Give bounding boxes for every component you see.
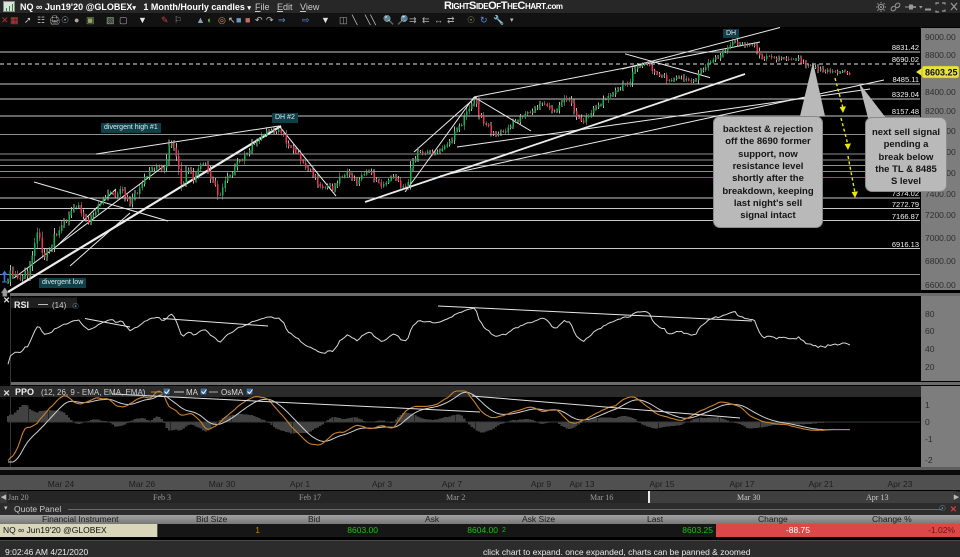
svg-text:8603.25: 8603.25 — [925, 68, 958, 78]
svg-text:OsMA: OsMA — [221, 388, 244, 397]
svg-text:40: 40 — [925, 344, 935, 354]
svg-text:6800.00: 6800.00 — [925, 256, 956, 266]
svg-text:8157.48: 8157.48 — [892, 107, 919, 116]
svg-text:8329.04: 8329.04 — [892, 90, 919, 99]
svg-text:9000.00: 9000.00 — [925, 32, 956, 42]
svg-text:(12, 26, 9 - EMA, EMA, EMA): (12, 26, 9 - EMA, EMA, EMA) — [41, 388, 146, 397]
svg-text:-2: -2 — [925, 455, 933, 465]
svg-text:7166.87: 7166.87 — [892, 212, 919, 221]
svg-text:✕: ✕ — [3, 295, 10, 305]
svg-text:RSI: RSI — [14, 300, 29, 310]
svg-text:Apr 7: Apr 7 — [442, 479, 463, 489]
svg-text:✕: ✕ — [3, 388, 10, 398]
svg-text:(14): (14) — [52, 301, 67, 310]
svg-text:Apr 1: Apr 1 — [290, 479, 311, 489]
svg-text:6916.13: 6916.13 — [892, 240, 919, 249]
svg-text:60: 60 — [925, 326, 935, 336]
svg-text:Apr 23: Apr 23 — [887, 479, 912, 489]
svg-text:7200.00: 7200.00 — [925, 210, 956, 220]
svg-text:8690.02: 8690.02 — [892, 55, 919, 64]
svg-text:8200.00: 8200.00 — [925, 106, 956, 116]
svg-text:Apr 9: Apr 9 — [531, 479, 552, 489]
svg-text:20: 20 — [925, 362, 935, 372]
svg-text:Mar 30: Mar 30 — [209, 479, 236, 489]
svg-text:☉: ☉ — [72, 302, 79, 311]
svg-text:Mar 24: Mar 24 — [48, 479, 75, 489]
svg-text:☉: ☉ — [138, 389, 145, 398]
svg-text:80: 80 — [925, 309, 935, 319]
svg-text:Apr 15: Apr 15 — [649, 479, 674, 489]
svg-text:8800.00: 8800.00 — [925, 50, 956, 60]
svg-text:6600.00: 6600.00 — [925, 280, 956, 290]
svg-text:7000.00: 7000.00 — [925, 233, 956, 243]
svg-text:Apr 3: Apr 3 — [372, 479, 393, 489]
svg-text:7272.79: 7272.79 — [892, 200, 919, 209]
svg-text:8831.42: 8831.42 — [892, 43, 919, 52]
svg-text:PPO: PPO — [15, 387, 34, 397]
svg-text:Apr 17: Apr 17 — [729, 479, 754, 489]
svg-text:Mar 26: Mar 26 — [129, 479, 156, 489]
svg-text:8400.00: 8400.00 — [925, 87, 956, 97]
svg-text:1: 1 — [925, 400, 930, 410]
svg-text:Apr 21: Apr 21 — [808, 479, 833, 489]
svg-text:8485.11: 8485.11 — [892, 75, 919, 84]
svg-text:Apr 13: Apr 13 — [569, 479, 594, 489]
svg-text:-1: -1 — [925, 434, 933, 444]
svg-text:0: 0 — [925, 417, 930, 427]
svg-text:MA: MA — [186, 388, 199, 397]
